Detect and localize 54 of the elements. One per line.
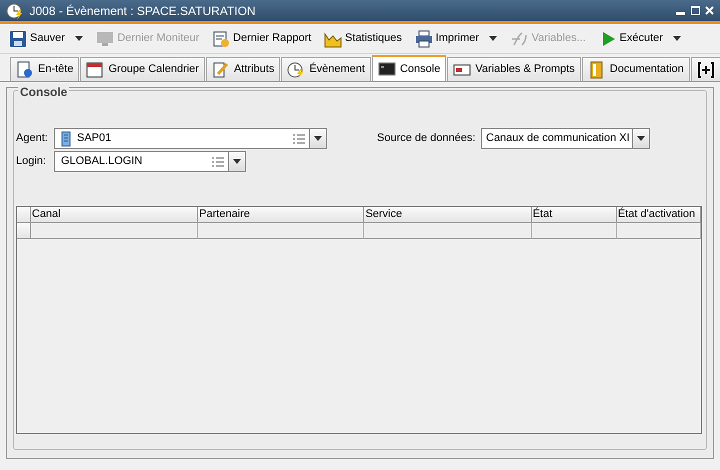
field-label: Agent:: [16, 131, 49, 146]
column-header[interactable]: État d'activation: [616, 207, 701, 223]
chart-icon: [324, 30, 342, 48]
field-label: Login:: [16, 154, 47, 170]
printer-icon: [414, 30, 433, 48]
source-field[interactable]: Canaux de communication XI: [481, 128, 650, 149]
caret-icon: [233, 159, 241, 164]
document-icon: [16, 60, 34, 78]
tab[interactable]: [690, 57, 720, 81]
dropdown-button[interactable]: [228, 152, 245, 171]
monitor-icon: [96, 30, 114, 48]
server-icon: [59, 130, 73, 146]
tab[interactable]: Console: [372, 55, 446, 81]
dropdown-button[interactable]: [309, 129, 326, 148]
toolbar-button[interactable]: Exécuter: [596, 28, 666, 50]
login-field[interactable]: GLOBAL.LOGIN: [54, 151, 246, 172]
corner-cell: [17, 207, 31, 223]
floppy-icon: [9, 30, 27, 48]
column-header[interactable]: Partenaire: [198, 207, 364, 223]
dropdown-button[interactable]: [632, 129, 649, 148]
tab[interactable]: En-tête: [10, 57, 80, 81]
window-title: J008 - Évènement : SPACE.SATURATION: [30, 2, 256, 20]
clipboard-icon: [212, 30, 230, 48]
clock-icon: [287, 60, 306, 78]
toolbar-button[interactable]: Sauver: [6, 28, 68, 50]
column-header[interactable]: Canal: [30, 207, 198, 223]
tab[interactable]: Variables & Prompts: [447, 57, 581, 81]
caret-icon[interactable]: [672, 36, 681, 41]
tab[interactable]: Évènement: [281, 57, 371, 81]
list-icon[interactable]: [293, 134, 305, 144]
caret-icon[interactable]: [488, 36, 497, 41]
calendar-icon: [86, 60, 104, 78]
close-icon[interactable]: [705, 6, 714, 15]
pencil-icon: [212, 60, 230, 78]
toolbar-button[interactable]: Statistiques: [321, 28, 405, 50]
agent-field[interactable]: SAP01: [54, 128, 327, 149]
caret-icon: [314, 136, 322, 141]
tab[interactable]: Documentation: [582, 57, 690, 81]
field-label: Source de données:: [377, 131, 476, 146]
tab[interactable]: Groupe Calendrier: [80, 57, 205, 81]
column-header[interactable]: État: [532, 207, 617, 223]
caret-icon[interactable]: [74, 36, 83, 41]
terminal-icon: [378, 60, 396, 78]
caret-icon: [637, 136, 645, 141]
row-header[interactable]: [17, 223, 31, 239]
maximize-icon[interactable]: [690, 6, 700, 15]
add-icon: [696, 60, 715, 78]
column-header[interactable]: Service: [364, 207, 532, 223]
variables-icon: [510, 30, 529, 48]
clock-icon: [6, 2, 24, 20]
toolbar-button[interactable]: Imprimer: [412, 28, 482, 50]
toolbar-button[interactable]: Dernier Rapport: [209, 28, 314, 50]
list-icon[interactable]: [212, 156, 224, 166]
tab[interactable]: Attributs: [206, 57, 280, 81]
